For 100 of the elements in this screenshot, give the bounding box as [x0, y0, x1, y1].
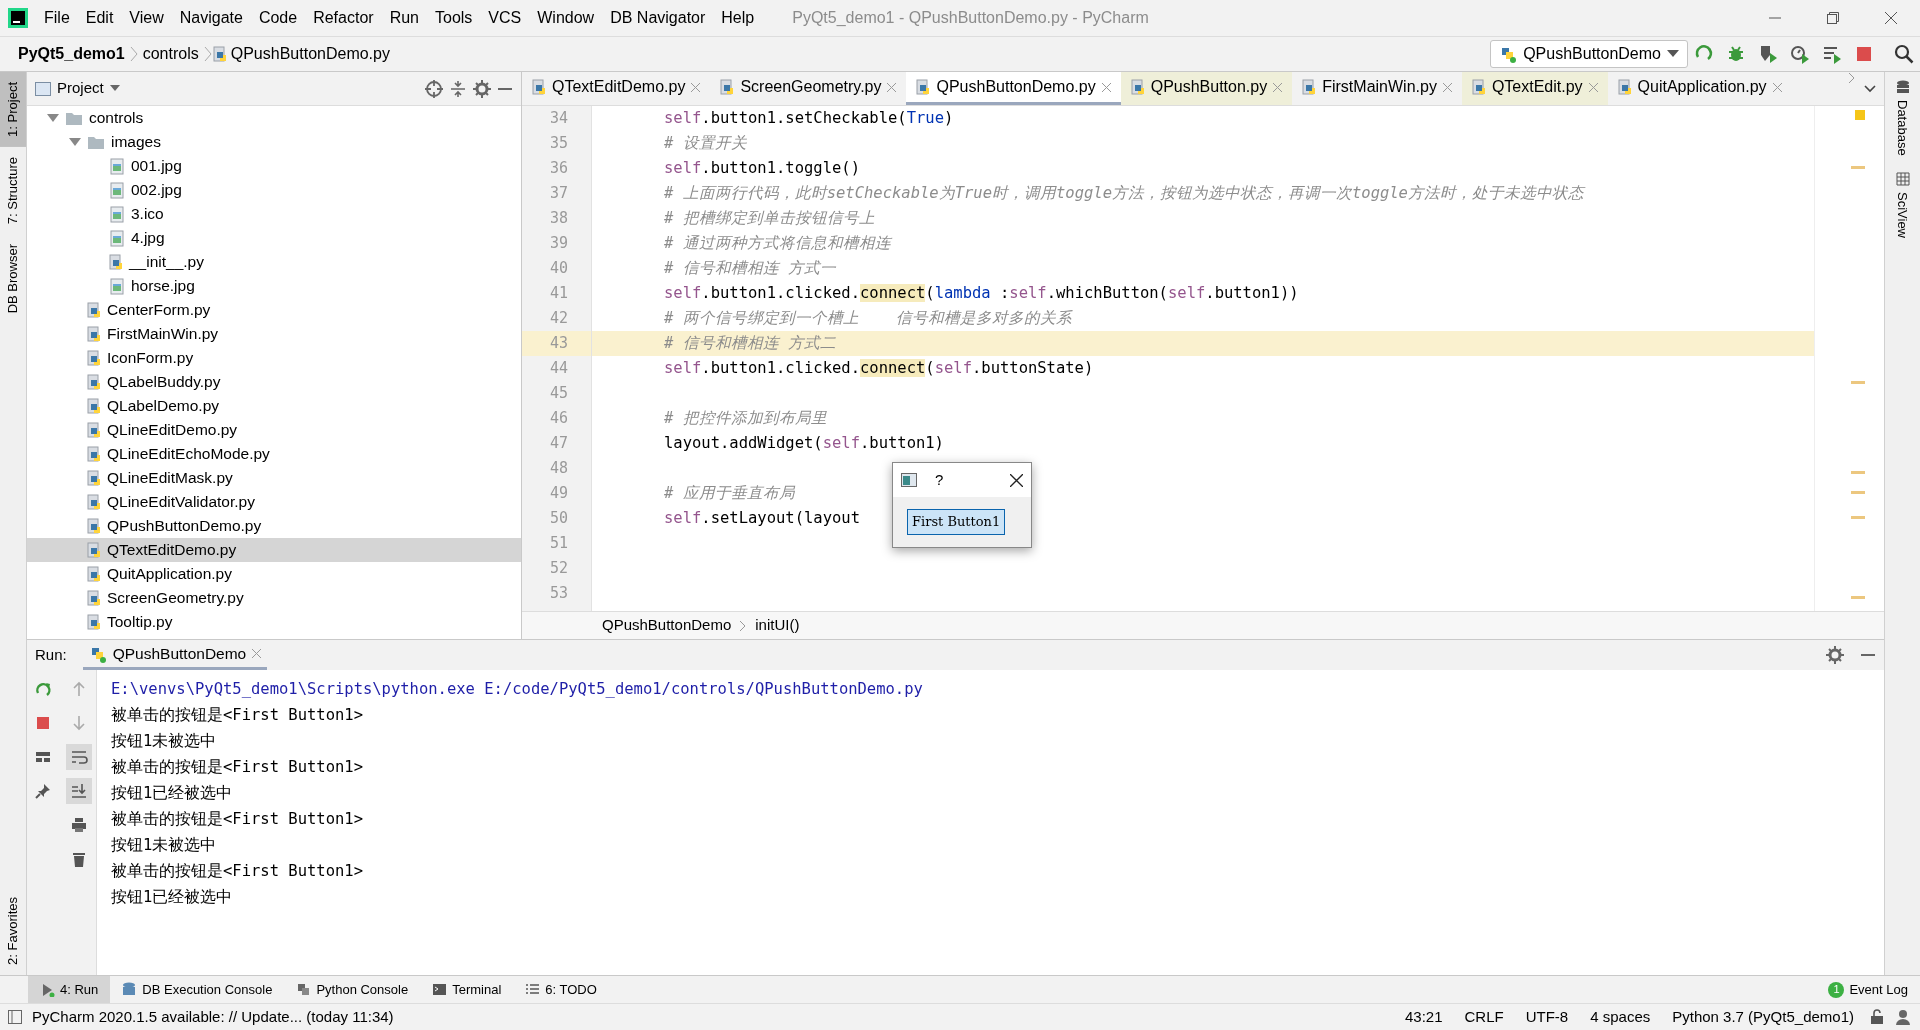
lock-icon[interactable] [1870, 1009, 1884, 1025]
menu-item[interactable]: Window [529, 6, 603, 30]
line-number: 42 [548, 308, 568, 329]
code-line: # 把槽绑定到单击按钮信号上 [664, 207, 875, 229]
menu-item[interactable]: Tools [427, 6, 481, 30]
line-number: 53 [548, 583, 568, 604]
editor-tab[interactable]: QPushButton.py [1120, 72, 1293, 105]
tree-item[interactable]: 002.jpg [27, 178, 521, 202]
menu-item[interactable]: DB Navigator [602, 6, 714, 30]
menu-item[interactable]: Code [250, 6, 306, 30]
warning-stripe-icon [1851, 516, 1865, 519]
line-number: 40 [548, 258, 568, 279]
menu-item[interactable]: Help [713, 6, 763, 30]
scroll-end-button[interactable] [66, 778, 92, 804]
warning-stripe-icon [1851, 471, 1865, 474]
tree-item[interactable]: horse.jpg [27, 274, 521, 298]
breadcrumb-item[interactable]: QPushButtonDemo [602, 614, 732, 637]
python-file-icon [1302, 79, 1317, 95]
python-config-icon [1499, 45, 1518, 63]
tool-window-tab[interactable]: DB Browser [0, 234, 26, 324]
tree-item[interactable]: QLineEditDemo.py [27, 418, 521, 442]
tree-item[interactable]: 3.ico [27, 202, 521, 226]
tree-item[interactable]: FirstMainWin.py [27, 322, 521, 346]
push-button[interactable]: First Button1 [907, 509, 1006, 535]
tree-item[interactable]: __init__.py [27, 250, 521, 274]
output-line: 被单击的按钮是<First Button1> [111, 757, 364, 778]
tree-item[interactable]: QLineEditValidator.py [27, 490, 521, 514]
python-file-icon [1130, 79, 1145, 95]
panel-toggle-icon[interactable] [8, 1010, 22, 1024]
tree-item[interactable]: 4.jpg [27, 226, 521, 250]
settings-icon[interactable] [1826, 646, 1844, 664]
status-item[interactable]: 43:21 [1398, 1005, 1449, 1029]
breadcrumb-item[interactable]: QPushButtonDemo.py [226, 41, 394, 67]
close-icon [1772, 82, 1782, 92]
editor-tab[interactable]: QPushButtonDemo.py [906, 72, 1121, 105]
project-view-dropdown[interactable]: Project [57, 77, 104, 100]
status-item[interactable]: CRLF [1458, 1005, 1510, 1029]
breadcrumb-item[interactable]: PyQt5_demo1 [14, 41, 129, 67]
editor-tab[interactable]: QTextEdit.py [1461, 72, 1608, 105]
line-number: 41 [548, 283, 568, 304]
menu-item[interactable]: VCS [480, 6, 530, 30]
status-item[interactable]: Python 3.7 (PyQt5_demo1) [1666, 1005, 1860, 1029]
tool-window-tab[interactable]: DB Execution Console [110, 975, 285, 1004]
chevron-down-icon [1864, 85, 1876, 94]
python-icon [296, 982, 312, 997]
breadcrumb-item[interactable]: controls [138, 41, 203, 67]
tree-item[interactable]: QTextEditDemo.py [27, 538, 521, 562]
tree-item[interactable]: QLineEditEchoMode.py [27, 442, 521, 466]
tree-item[interactable]: QuitApplication.py [27, 562, 521, 586]
warning-stripe-icon [1851, 166, 1865, 169]
output-line: 按钮1未被选中 [111, 731, 218, 752]
image-file-icon [109, 205, 125, 223]
python-file-icon [1471, 79, 1486, 95]
tree-item[interactable]: QLabelBuddy.py [27, 370, 521, 394]
soft-wrap-button[interactable] [66, 744, 92, 770]
tree-item[interactable]: QLineEditMask.py [27, 466, 521, 490]
tree-item[interactable]: 001.jpg [27, 154, 521, 178]
line-number: 34 [548, 108, 568, 129]
printer-icon [70, 816, 88, 834]
tree-item[interactable]: CenterForm.py [27, 298, 521, 322]
code-line: self.button1.clicked.connect(lambda :self.whichButton(self.button1)) [664, 282, 1299, 304]
menu-item[interactable]: Refactor [305, 6, 382, 30]
tool-window-tab[interactable]: 7: Structure [0, 146, 26, 235]
breadcrumb-item[interactable]: initUI() [755, 614, 800, 637]
tree-item[interactable]: QPushButtonDemo.py [27, 514, 521, 538]
status-item[interactable]: 4 spaces [1584, 1005, 1657, 1029]
tool-window-tab[interactable]: Database [1885, 72, 1920, 164]
close-icon [1273, 82, 1283, 92]
tool-window-tab[interactable]: 4: Run [28, 975, 111, 1004]
tree-item[interactable]: IconForm.py [27, 346, 521, 370]
line-number: 48 [548, 458, 568, 479]
dropdown-caret-icon [109, 85, 120, 92]
tool-window-tab[interactable]: Python Console [284, 975, 421, 1004]
event-log-button[interactable]: 1 Event Log [1816, 975, 1920, 1004]
tool-window-tab[interactable]: 6: TODO [513, 975, 609, 1004]
tool-window-tab[interactable]: SciView [1885, 163, 1920, 246]
settings-icon[interactable] [473, 79, 491, 98]
tree-item[interactable]: images [27, 130, 521, 154]
line-number: 35 [548, 133, 568, 154]
close-icon [1588, 82, 1598, 92]
status-item[interactable]: UTF-8 [1519, 1005, 1575, 1029]
tree-item[interactable]: Tooltip.py [27, 610, 521, 634]
shield-play-icon [1758, 44, 1778, 64]
down-arrow-icon [70, 714, 88, 732]
menu-item[interactable]: Run [381, 6, 427, 30]
menu-item[interactable]: Edit [77, 6, 122, 30]
menu-item[interactable]: Navigate [171, 6, 251, 30]
collapse-icon[interactable] [449, 79, 467, 98]
tree-item[interactable]: controls [27, 106, 521, 130]
tool-window-tab[interactable]: Terminal [420, 975, 514, 1004]
crosshair-icon[interactable] [425, 79, 443, 98]
menu-item[interactable]: View [121, 6, 172, 30]
close-icon[interactable] [1010, 473, 1023, 487]
tool-window-tab[interactable]: 1: Project [0, 72, 26, 147]
expanded-arrow-icon [69, 136, 81, 148]
menu-item[interactable]: File [36, 6, 78, 30]
tree-item[interactable]: ScreenGeometry.py [27, 586, 521, 610]
run-configuration-dropdown[interactable]: QPushButtonDemo [1490, 40, 1688, 68]
tool-window-tab[interactable]: 2: Favorites [0, 887, 26, 975]
tree-item[interactable]: QLabelDemo.py [27, 394, 521, 418]
